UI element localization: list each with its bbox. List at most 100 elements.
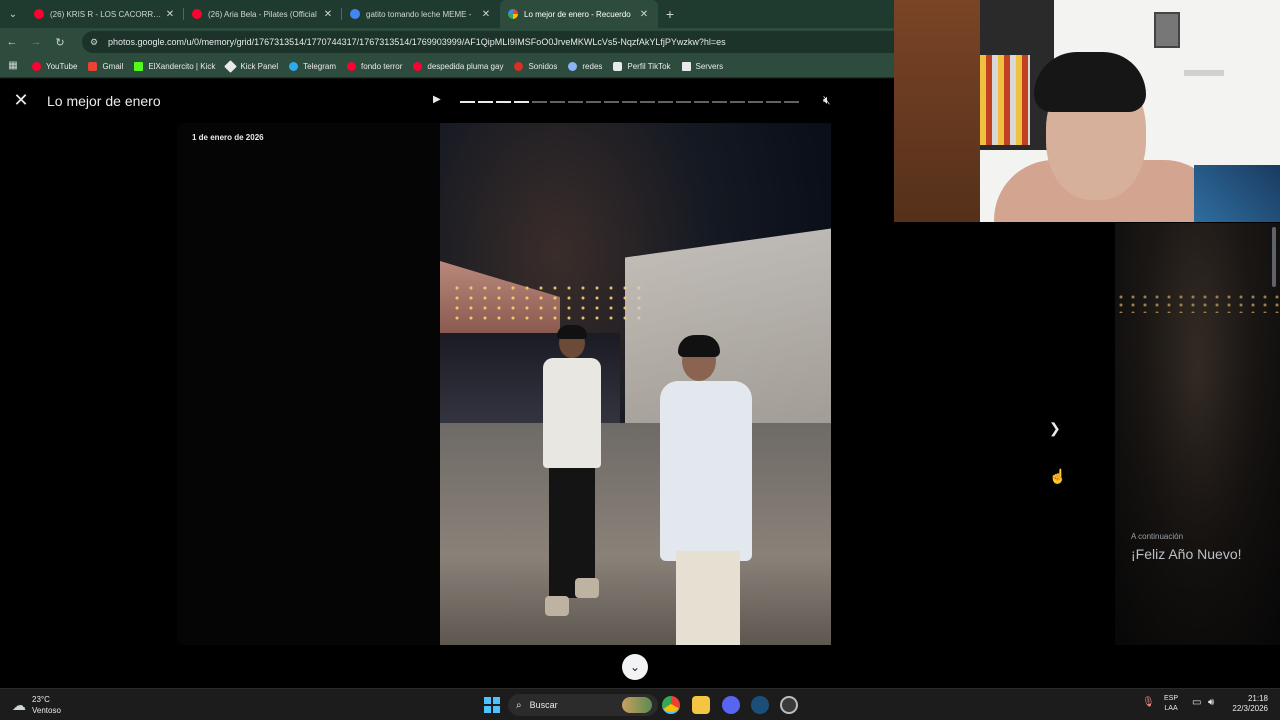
close-tab-icon[interactable]: ✕ <box>164 9 176 20</box>
progress-segment <box>784 101 799 103</box>
bookmark-sonidos[interactable]: Sonidos <box>514 62 557 71</box>
bookmark-label: redes <box>582 62 603 71</box>
up-next-title[interactable]: ¡Feliz Año Nuevo! <box>1131 546 1242 562</box>
bookmark-label: despedida pluma gay <box>427 62 504 71</box>
network-icon[interactable]: ▭ <box>1192 697 1201 708</box>
photo-person-left <box>535 325 605 628</box>
back-arrow-icon[interactable]: ← <box>0 36 24 48</box>
keyboard-layout: LAA <box>1164 705 1178 712</box>
progress-segment <box>748 101 763 103</box>
tab-title: gatito tomando leche MEME - <box>366 9 472 19</box>
bookmark-fondo-terror[interactable]: fondo terror <box>347 62 402 71</box>
discord-icon[interactable] <box>722 696 740 714</box>
left-pane[interactable]: 1 de enero de 2026 <box>177 123 440 645</box>
close-tab-icon[interactable]: ✕ <box>480 9 492 20</box>
progress-segment <box>460 101 475 103</box>
search-highlight-image <box>622 697 652 713</box>
bookmark-kick[interactable]: ElXandercito | Kick <box>134 62 215 71</box>
clock-date: 22/3/2026 <box>1232 704 1268 713</box>
windows-start-icon[interactable] <box>484 697 500 713</box>
mute-icon[interactable]: 🔇︎ <box>823 93 831 108</box>
play-icon[interactable]: ▶ <box>433 94 441 105</box>
globe-icon <box>568 62 578 71</box>
webcam-pixel-art <box>980 55 1030 145</box>
up-next-preview[interactable] <box>1115 223 1280 645</box>
kick-icon <box>134 62 144 71</box>
new-tab-plus-icon[interactable]: + <box>658 6 682 22</box>
clock[interactable]: 21:18 22/3/2026 <box>1226 694 1268 714</box>
progress-segment <box>478 101 493 103</box>
webcam-door <box>894 0 980 222</box>
app-settings-icon[interactable] <box>780 696 798 714</box>
memory-photo <box>440 123 831 645</box>
bookmark-label: Telegram <box>303 62 337 71</box>
telegram-icon <box>289 62 299 71</box>
progress-segment <box>712 101 727 103</box>
google-favicon-icon <box>350 9 360 19</box>
google-photos-favicon-icon <box>508 9 518 19</box>
bookmark-redes[interactable]: redes <box>568 62 602 71</box>
chrome-icon[interactable] <box>662 696 680 714</box>
photo-date: 1 de enero de 2026 <box>192 133 264 142</box>
hand-cursor-icon: ☝ <box>1049 468 1067 484</box>
progress-segment <box>496 101 511 103</box>
bookmark-tiktok[interactable]: Perfil TikTok <box>613 62 671 71</box>
bookmark-label: Perfil TikTok <box>627 62 671 71</box>
photo-person-right <box>640 335 770 645</box>
search-placeholder: Buscar <box>529 700 558 710</box>
close-tab-icon[interactable]: ✕ <box>638 9 650 20</box>
weather-condition: Ventoso <box>32 706 61 715</box>
tab-search-chevron-icon[interactable]: ⌄ <box>0 0 26 28</box>
clock-time: 21:18 <box>1247 694 1268 703</box>
bookmark-youtube[interactable]: YouTube <box>32 62 77 71</box>
webcam-wall-shelf <box>1184 70 1224 76</box>
bookmark-telegram[interactable]: Telegram <box>289 62 336 71</box>
photo-string-lights <box>450 283 650 323</box>
tab-title: Lo mejor de enero - Recuerdo <box>524 9 631 19</box>
microphone-icon[interactable]: 🎙︎ <box>1142 697 1155 708</box>
tab-title: (26) Aria Bela - Pilates (Official <box>208 9 317 19</box>
windows-taskbar: ☁ 23°C Ventoso ⌕ Buscar 🎙︎ ESP LAA ▭ 🔊︎ … <box>0 688 1280 720</box>
progress-segment <box>694 101 709 103</box>
forward-arrow-icon[interactable]: → <box>24 36 48 48</box>
scrollbar[interactable] <box>1270 223 1278 683</box>
apps-grid-icon[interactable]: ▦ <box>6 60 20 74</box>
wind-icon: ☁ <box>12 696 26 713</box>
search-icon: ⌕ <box>516 699 522 711</box>
tab-4-active[interactable]: Lo mejor de enero - Recuerdo ✕ <box>500 0 658 28</box>
bookmark-despedida[interactable]: despedida pluma gay <box>413 62 503 71</box>
webcam-overlay <box>894 0 1280 222</box>
bookmark-kick-panel[interactable]: Kick Panel <box>224 60 278 73</box>
bookmark-label: Gmail <box>102 62 124 71</box>
chevron-down-icon[interactable]: ⌄ <box>622 654 648 680</box>
bookmark-gmail[interactable]: Gmail <box>88 62 123 71</box>
tab-2[interactable]: (26) Aria Bela - Pilates (Official ✕ <box>184 0 342 28</box>
webcam-person-hair <box>1034 52 1146 112</box>
taskbar-search[interactable]: ⌕ Buscar <box>508 694 658 716</box>
bookmark-label: YouTube <box>46 62 78 71</box>
bookmark-label: Sonidos <box>528 62 558 71</box>
tab-1[interactable]: (26) KRIS R - LOS CACORROS ✕ <box>26 0 184 28</box>
youtube-favicon-icon <box>192 9 202 19</box>
progress-segment <box>514 101 529 103</box>
tab-3[interactable]: gatito tomando leche MEME - ✕ <box>342 0 500 28</box>
site-info-icon[interactable]: ⚙ <box>90 37 100 47</box>
steam-icon[interactable] <box>751 696 769 714</box>
language-indicator[interactable]: ESP LAA <box>1164 694 1178 714</box>
close-tab-icon[interactable]: ✕ <box>322 9 334 20</box>
lang-code: ESP <box>1164 695 1179 702</box>
progress-segment <box>730 101 745 103</box>
url-text: photos.google.com/u/0/memory/grid/176731… <box>108 37 726 47</box>
reload-icon[interactable]: ↻ <box>48 36 72 49</box>
bookmark-servers[interactable]: Servers <box>681 62 723 71</box>
volume-icon[interactable]: 🔊︎ <box>1208 697 1214 708</box>
progress-segment <box>658 101 673 103</box>
progress-segment <box>568 101 583 103</box>
progress-segment <box>604 101 619 103</box>
weather-widget[interactable]: ☁ 23°C Ventoso <box>12 694 61 716</box>
file-explorer-icon[interactable] <box>692 696 710 714</box>
progress-segment <box>532 101 547 103</box>
story-progress <box>460 101 799 103</box>
close-icon[interactable]: ✕ <box>12 91 30 109</box>
chevron-right-icon[interactable]: ❯ <box>1049 420 1061 437</box>
